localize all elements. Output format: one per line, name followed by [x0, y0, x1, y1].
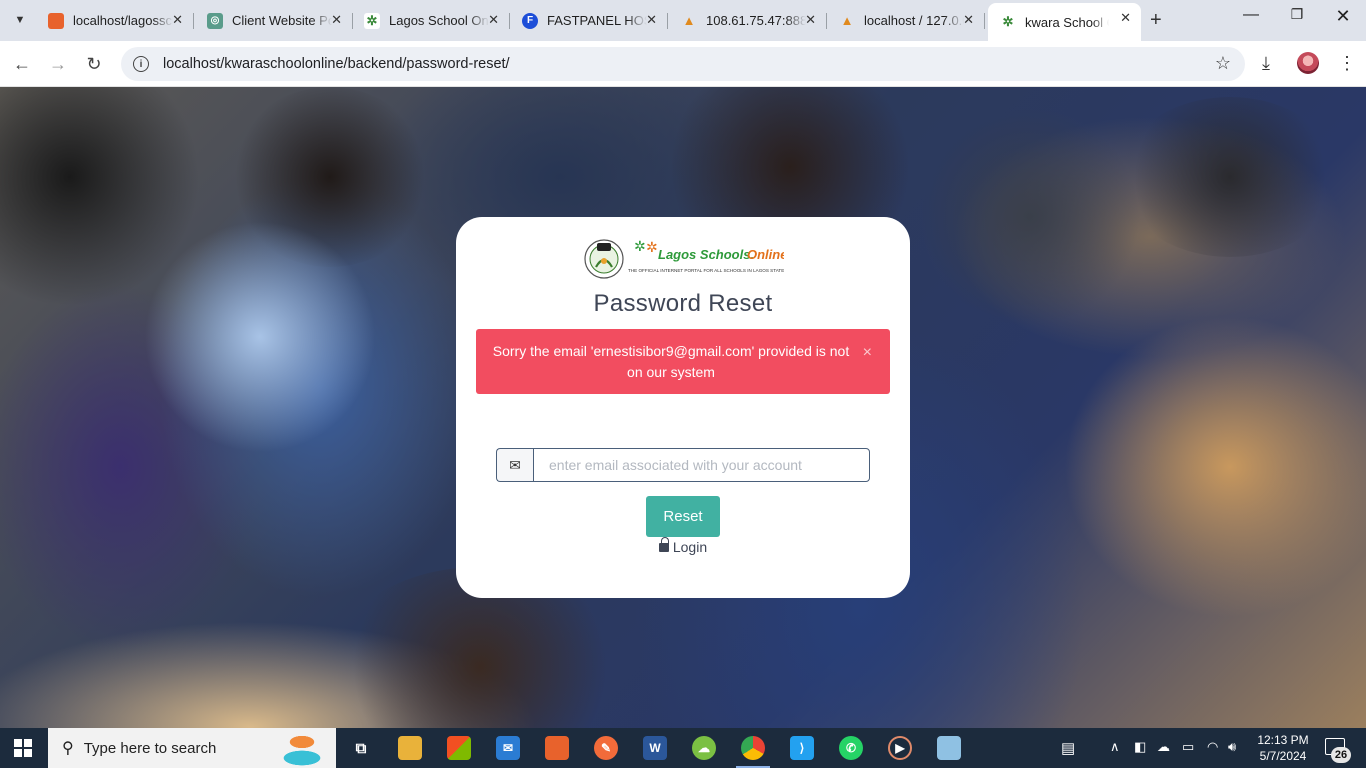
tab-close-icon[interactable]: ✕: [172, 12, 183, 28]
fastpanel-icon: F: [522, 12, 538, 29]
file-explorer-icon[interactable]: [398, 736, 422, 760]
password-reset-card: ✲ ✲ Lagos Schools. Online THE OFFICIAL I…: [456, 217, 910, 598]
search-highlight-art: [262, 732, 332, 766]
phpmyadmin-icon: ▲: [682, 13, 696, 28]
new-tab-plus-icon[interactable]: +: [1150, 9, 1162, 32]
browser-tab-strip: ▼ localhost/lagosschoolonline ✕ ◎ Client…: [0, 0, 1366, 41]
window-close-icon[interactable]: ✕: [1320, 6, 1366, 27]
tab-title: localhost / 127.0.0.1: [864, 13, 964, 28]
tab-phpmyadmin-remote[interactable]: ▲ 108.61.75.47:8888 ✕: [669, 5, 827, 36]
site-info-icon[interactable]: i: [133, 56, 149, 72]
media-player-icon[interactable]: ▶: [888, 736, 912, 760]
chatgpt-icon: ◎: [207, 12, 223, 29]
tab-title: kwara School Online: [1025, 14, 1109, 30]
tab-close-icon[interactable]: ✕: [331, 12, 342, 28]
login-label[interactable]: Login: [673, 539, 707, 555]
tab-close-icon[interactable]: ✕: [488, 12, 499, 28]
news-widget-icon[interactable]: ▤: [1061, 739, 1075, 757]
word-icon[interactable]: W: [643, 736, 667, 760]
login-link[interactable]: Login: [456, 537, 910, 555]
taskbar-clock[interactable]: 12:13 PM 5/7/2024: [1255, 732, 1311, 764]
minimize-icon[interactable]: —: [1228, 6, 1274, 24]
tab-close-icon[interactable]: ✕: [963, 12, 974, 28]
svg-text:✲: ✲: [634, 238, 646, 254]
tab-search-chevron-icon[interactable]: ▼: [6, 7, 34, 33]
wifi-icon[interactable]: ◠: [1207, 739, 1218, 755]
tab-title: FASTPANEL HOSTING: [547, 13, 647, 28]
bookmark-star-icon[interactable]: ☆: [1215, 53, 1231, 74]
xampp-icon: [48, 12, 64, 29]
tab-close-icon[interactable]: ✕: [805, 12, 816, 28]
tab-client-website[interactable]: ◎ Client Website Portal ✕: [195, 5, 353, 36]
battery-icon[interactable]: ▭: [1182, 739, 1194, 755]
page-background: ✲ ✲ Lagos Schools. Online THE OFFICIAL I…: [0, 87, 1366, 728]
tab-close-icon[interactable]: ✕: [1120, 10, 1131, 26]
tab-phpmyadmin-local[interactable]: ▲ localhost / 127.0.0.1 ✕: [827, 5, 985, 36]
notification-count-badge: 26: [1331, 747, 1351, 763]
svg-text:THE OFFICIAL INTERNET PORTAL F: THE OFFICIAL INTERNET PORTAL FOR ALL SCH…: [628, 268, 784, 273]
tab-kwara-school-active[interactable]: ✲ kwara School Online ✕: [988, 3, 1141, 41]
tab-title: Lagos School Online: [389, 13, 489, 28]
tab-title: 108.61.75.47:8888: [706, 13, 806, 28]
tab-title: localhost/lagosschoolonline: [73, 13, 173, 28]
school-logo-icon: ✲: [1000, 14, 1016, 30]
postman-icon[interactable]: ✎: [594, 736, 618, 760]
error-alert: Sorry the email 'ernestisibor9@gmail.com…: [476, 329, 890, 394]
mail-icon[interactable]: ✉: [496, 736, 520, 760]
alert-message: Sorry the email 'ernestisibor9@gmail.com…: [492, 343, 850, 380]
school-logo-icon: ✲: [364, 12, 380, 29]
unlock-icon: [658, 537, 669, 552]
volume-icon[interactable]: 🔊︎: [1228, 739, 1236, 755]
reset-button[interactable]: Reset: [646, 496, 720, 537]
tab-fastpanel[interactable]: F FASTPANEL HOSTING ✕: [510, 5, 668, 36]
whatsapp-icon[interactable]: ✆: [839, 736, 863, 760]
page-title: Password Reset: [593, 290, 773, 317]
alert-close-icon[interactable]: ×: [863, 342, 872, 363]
svg-text:Online: Online: [747, 247, 784, 262]
reload-icon[interactable]: ↻: [82, 52, 106, 76]
restore-icon[interactable]: ❐: [1274, 6, 1320, 23]
vscode-icon[interactable]: ⟩: [790, 736, 814, 760]
taskbar-search-box[interactable]: ⚲ Type here to search: [48, 728, 336, 768]
clock-date: 5/7/2024: [1259, 749, 1307, 763]
notepad-icon[interactable]: [937, 736, 961, 760]
address-bar[interactable]: i localhost/kwaraschoolonline/backend/pa…: [121, 47, 1245, 81]
windows-taskbar: ⚲ Type here to search ⧉ ✉ ✎ W ☁ ⟩ ✆ ▶ ▤ …: [0, 728, 1366, 768]
meet-now-icon[interactable]: ◧: [1134, 739, 1146, 755]
url-text[interactable]: localhost/kwaraschoolonline/backend/pass…: [163, 56, 510, 72]
task-view-icon[interactable]: ⧉: [349, 736, 373, 760]
chrome-icon[interactable]: [736, 736, 770, 768]
tab-lagos-school[interactable]: ✲ Lagos School Online ✕: [352, 5, 510, 36]
search-placeholder: Type here to search: [83, 739, 217, 757]
forward-arrow-icon[interactable]: →: [46, 52, 70, 76]
email-input-group: ✉: [496, 448, 870, 482]
phpmyadmin-icon: ▲: [840, 13, 854, 28]
search-icon: ⚲: [62, 740, 74, 757]
onedrive-icon[interactable]: ☁: [1157, 739, 1170, 755]
profile-avatar[interactable]: [1297, 52, 1319, 74]
tab-title: Client Website Portal: [232, 13, 332, 28]
download-icon[interactable]: ⤓: [1262, 53, 1270, 74]
microsoft-store-icon[interactable]: [447, 736, 471, 760]
envelope-icon: ✉: [496, 448, 533, 482]
tab-close-icon[interactable]: ✕: [646, 12, 657, 28]
back-arrow-icon[interactable]: ←: [10, 52, 34, 76]
svg-text:✲: ✲: [646, 239, 658, 255]
svg-text:Lagos Schools.: Lagos Schools.: [658, 247, 754, 262]
clock-time: 12:13 PM: [1257, 733, 1309, 747]
kebab-menu-icon[interactable]: ⋮: [1338, 53, 1356, 74]
xampp-icon[interactable]: [545, 736, 569, 760]
show-hidden-icons-chevron-icon[interactable]: ∧: [1110, 739, 1120, 755]
windows-start-icon[interactable]: [14, 739, 32, 757]
browser-toolbar: ← → ↻ i localhost/kwaraschoolonline/back…: [0, 41, 1366, 87]
cloud-app-icon[interactable]: ☁: [692, 736, 716, 760]
email-input[interactable]: [533, 448, 870, 482]
lagos-schools-online-logo: ✲ ✲ Lagos Schools. Online THE OFFICIAL I…: [584, 238, 784, 279]
tab-localhost-lagos[interactable]: localhost/lagosschoolonline ✕: [36, 5, 194, 36]
